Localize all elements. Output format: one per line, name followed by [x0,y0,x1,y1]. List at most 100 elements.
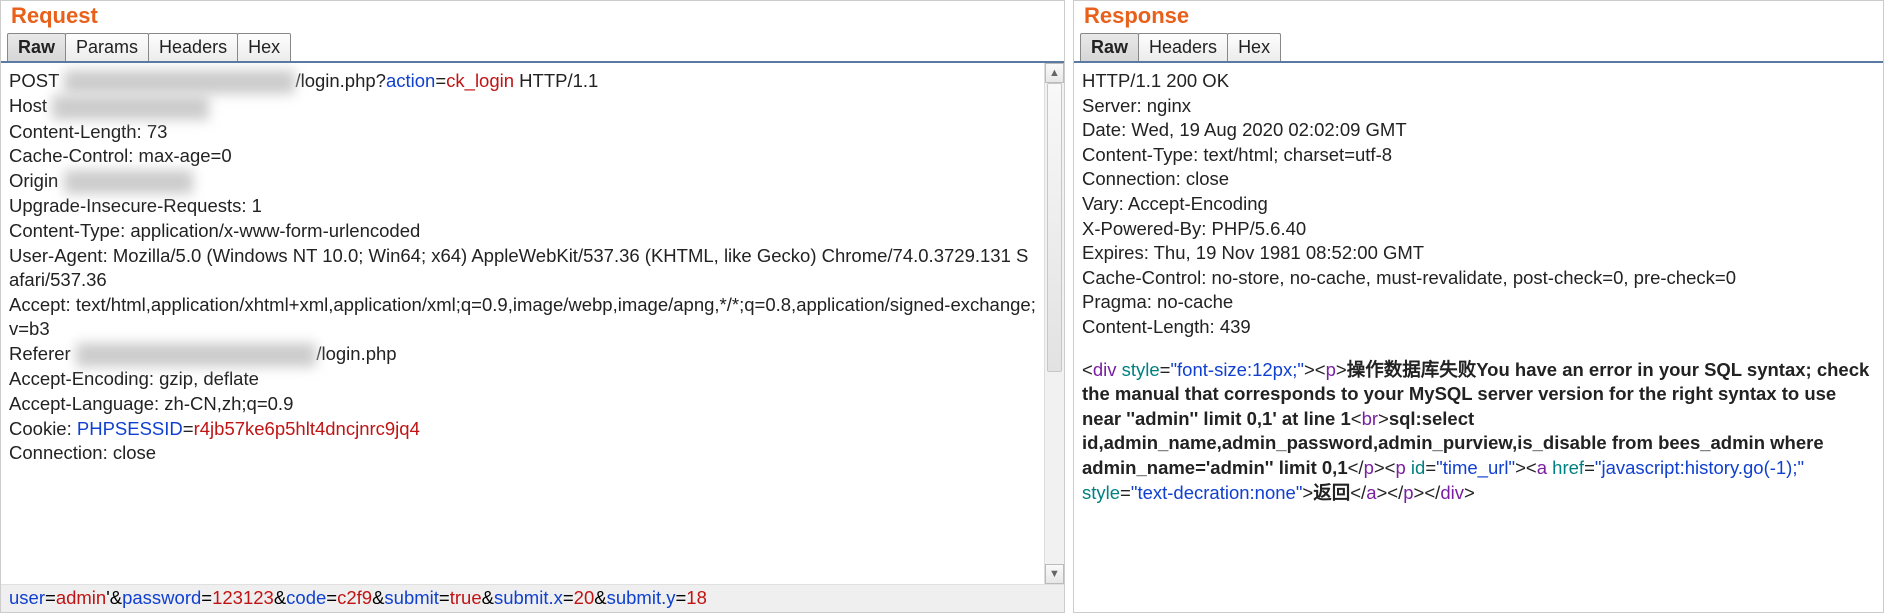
scroll-track[interactable] [1045,83,1064,564]
eq: = [1584,457,1595,478]
resp-conn: Connection: close [1082,167,1875,192]
lt: < [1348,457,1359,478]
style-val: font-size:12px; [1177,359,1297,380]
tag-p: p [1364,457,1374,478]
tag-a: a [1537,457,1547,478]
eq: = [563,587,574,608]
response-panel: Response Raw Headers Hex HTTP/1.1 200 OK… [1073,0,1884,613]
scroll-down-icon[interactable]: ▼ [1045,564,1064,584]
request-line: POST xxxxxxxxxxxxxxxxxxxxxxxxx/login.php… [9,69,1036,94]
lt: < [1315,359,1326,380]
post-val-submit: true [450,587,482,608]
request-title: Request [1,1,1064,33]
gt: > [1515,457,1526,478]
header-cache-control: Cache-Control: max-age=0 [9,144,1036,169]
header-accept-language: Accept-Language: zh-CN,zh;q=0.9 [9,392,1036,417]
attr-href: href [1552,457,1584,478]
http-ver: HTTP/1.1 [514,70,598,91]
gt: > [1376,482,1387,503]
eq: = [1425,457,1436,478]
header-origin: Origin xxxxxxxxxxxxxx [9,169,1036,194]
tab-params[interactable]: Params [65,33,149,62]
resp-date: Date: Wed, 19 Aug 2020 02:02:09 GMT [1082,118,1875,143]
lt: < [1387,482,1398,503]
response-body-wrap: HTTP/1.1 200 OK Server: nginx Date: Wed,… [1074,61,1883,612]
tab-headers[interactable]: Headers [148,33,238,62]
header-connection: Connection: close [9,441,1036,466]
referer-tail: /login.php [316,343,396,364]
gt: > [1464,482,1475,503]
response-tabs: Raw Headers Hex [1074,33,1883,62]
redacted-host-val: xxxxxxxxxxxxxxxxx [52,95,209,120]
eq: = [675,587,686,608]
attr-style: style [1082,482,1120,503]
resp-cache: Cache-Control: no-store, no-cache, must-… [1082,266,1875,291]
resp-clen: Content-Length: 439 [1082,315,1875,340]
header-upgrade: Upgrade-Insecure-Requests: 1 [9,194,1036,219]
link-text: 返回 [1313,482,1350,503]
tab-hex[interactable]: Hex [1227,33,1281,62]
href-val: javascript:history.go(-1); [1601,457,1797,478]
id-val: time_url [1443,457,1509,478]
gt: > [1304,359,1315,380]
attr-id: id [1411,457,1425,478]
gt: > [1414,482,1425,503]
response-title: Response [1074,1,1883,33]
eq: = [1120,482,1131,503]
eq: = [201,587,212,608]
style-val: text-decration:none [1137,482,1295,503]
response-body[interactable]: HTTP/1.1 200 OK Server: nginx Date: Wed,… [1074,63,1883,612]
scroll-thumb[interactable] [1047,83,1062,372]
header-host: Host xxxxxxxxxxxxxxxxx [9,94,1036,119]
amp: & [274,587,286,608]
query-key: action [386,70,435,91]
tag-a: a [1366,482,1376,503]
request-tabs: Raw Params Headers Hex [1,33,1064,62]
post-key-submit: submit [384,587,439,608]
post-val-user: admin [56,587,106,608]
tab-raw[interactable]: Raw [7,33,66,62]
tab-hex[interactable]: Hex [237,33,291,62]
tag-p: p [1403,482,1413,503]
resp-ctype: Content-Type: text/html; charset=utf-8 [1082,143,1875,168]
host-label: Host [9,95,47,116]
resp-server: Server: nginx [1082,94,1875,119]
scroll-up-icon[interactable]: ▲ [1045,63,1064,83]
lt: < [1526,457,1537,478]
redacted-origin: xxxxxxxxxxxxxx [64,170,194,195]
header-content-type: Content-Type: application/x-www-form-url… [9,219,1036,244]
response-html-body: <div style="font-size:12px;"><p>操作数据库失败Y… [1082,358,1875,506]
tag-div: div [1440,482,1464,503]
eq: = [45,587,56,608]
request-body[interactable]: POST xxxxxxxxxxxxxxxxxxxxxxxxx/login.php… [1,63,1044,584]
header-user-agent: User-Agent: Mozilla/5.0 (Windows NT 10.0… [9,244,1036,293]
tab-headers[interactable]: Headers [1138,33,1228,62]
post-key-password: password [122,587,201,608]
post-key-submity: submit.y [607,587,676,608]
cookie-eq: = [183,418,194,439]
amp: & [482,587,494,608]
request-scrollbar[interactable]: ▲ ▼ [1044,63,1064,584]
header-cookie: Cookie: PHPSESSID=r4jb57ke6p5hlt4dncjnrc… [9,417,1036,442]
lt: < [1424,482,1435,503]
post-val-password: 123123 [212,587,274,608]
post-key-code: code [286,587,326,608]
amp: & [110,587,122,608]
gt: > [1378,408,1389,429]
lt: < [1351,408,1362,429]
attr-style: style [1122,359,1160,380]
status-line: HTTP/1.1 200 OK [1082,69,1875,94]
gt: > [1336,359,1347,380]
query-val: ck_login [446,70,514,91]
blank-line [1082,340,1875,358]
gt: > [1302,482,1313,503]
eq: = [326,587,337,608]
tab-raw[interactable]: Raw [1080,33,1139,62]
request-post-body[interactable]: user=admin'&password=123123&code=c2f9&su… [1,584,1064,612]
eq: = [1160,359,1171,380]
post-val-code: c2f9 [337,587,372,608]
header-content-length: Content-Length: 73 [9,120,1036,145]
header-accept: Accept: text/html,application/xhtml+xml,… [9,293,1036,342]
request-panel: Request Raw Params Headers Hex POST xxxx… [0,0,1065,613]
lt: < [1350,482,1361,503]
